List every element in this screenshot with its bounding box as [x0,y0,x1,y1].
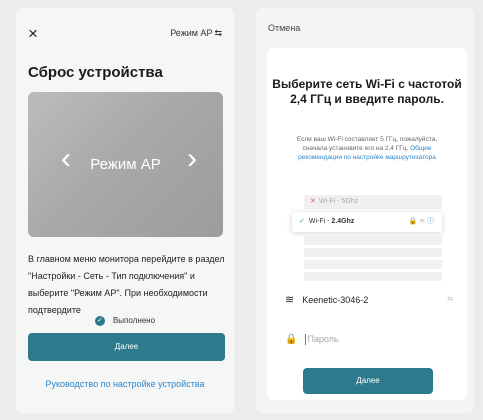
cancel-link[interactable]: Отмена [268,23,300,33]
done-label: Выполнено [112,316,156,326]
next-button[interactable]: Далее [303,368,433,394]
wifi-24ghz-row: ✓ Wi-Fi - 2.4Ghz 🔒 ≋ ⓘ [292,212,442,232]
placeholder-row [304,248,442,257]
placeholder-row [304,236,442,245]
switch-arrows-icon: ⇆ [214,28,222,38]
done-checkbox[interactable]: ✓ Выполнено [16,316,234,326]
chevron-right-icon: › [187,142,197,175]
network-name: Keenetic-3046-2 [302,295,369,305]
device-setup-guide-link[interactable]: Руководство по настройке устройства [16,379,234,389]
ap-mode-banner: ‹ Режим AP › [28,92,223,237]
check-circle-icon: ✓ [94,316,105,326]
network-status-icons: 🔒 ≋ ⓘ [408,218,434,225]
wifi-select-screen: Отмена Выберите сеть Wi-Fi с частотой 2,… [256,8,474,413]
placeholder-row [304,272,442,281]
instruction-text: В главном меню монитора перейдите в разд… [28,254,225,315]
placeholder-row [304,260,442,269]
wifi-title: Выберите сеть Wi-Fi с частотой 2,4 ГГц и… [272,77,462,106]
info-icon: ⓘ [427,218,434,225]
wifi-24-band: 2.4Ghz [331,218,355,225]
wifi-card: Выберите сеть Wi-Fi с частотой 2,4 ГГц и… [267,48,467,400]
switch-network-icon[interactable]: ⇆ [447,295,453,303]
wifi-5ghz-row: ✕ Wi-Fi - 5Ghz [304,195,442,209]
close-icon[interactable]: × [28,25,38,42]
cross-icon: ✕ [310,198,316,205]
ap-mode-switch-link[interactable]: Режим AP ⇆ [170,28,222,39]
wifi-icon: ≋ [285,294,295,306]
network-selector[interactable]: ≋ Keenetic-3046-2 [285,293,368,306]
wifi-illustration: ✕ Wi-Fi - 5Ghz ✓ Wi-Fi - 2.4Ghz 🔒 ≋ ⓘ [292,195,442,283]
next-button[interactable]: Далее [28,333,225,361]
ap-mode-label: Режим AP [170,28,213,38]
wifi-5ghz-label: Wi-Fi - 5Ghz [318,198,359,205]
password-field[interactable]: 🔒 Пароль [285,334,339,346]
wifi-24-prefix: Wi-Fi - [308,218,332,225]
check-icon: ✓ [299,218,305,225]
wifi-hint: Если ваш Wi-Fi составляет 5 ГГц, пожалуй… [289,135,445,162]
password-placeholder: Пароль [307,334,339,344]
page-title: Сброс устройства [28,64,163,81]
lock-icon: 🔒 [285,334,298,345]
reset-device-screen: × Режим AP ⇆ Сброс устройства ‹ Режим AP … [16,8,234,413]
